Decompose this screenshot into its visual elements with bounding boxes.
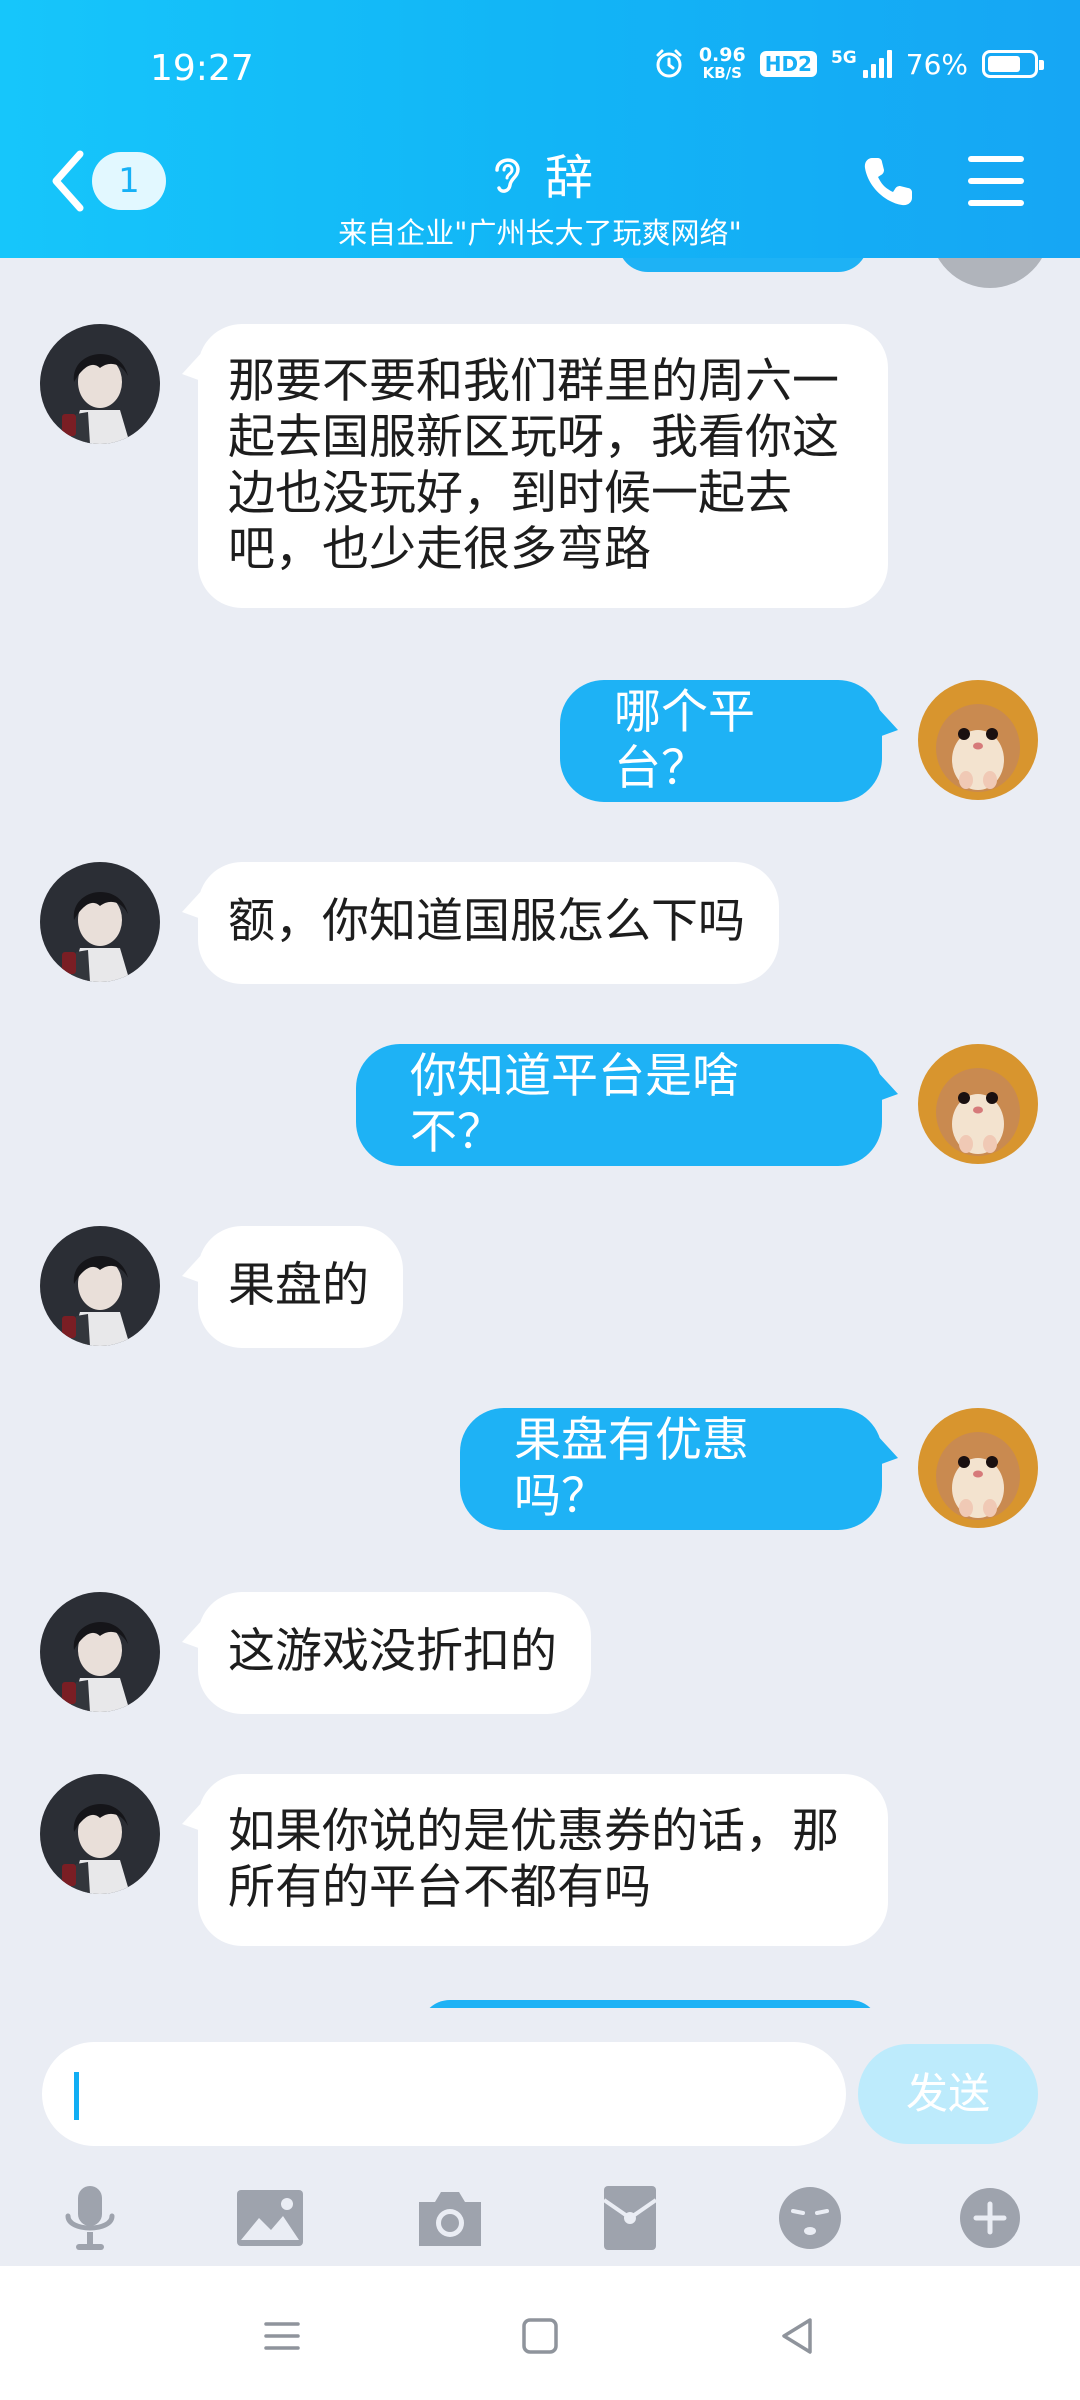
chat-title: 辞 来自企业"广州长大了玩爽网络" — [0, 138, 1080, 252]
chat-header: 19:27 0.96 KB/S HD2 5G 76% 1 辞 来自企业"广州长大… — [0, 0, 1080, 258]
plus-icon[interactable] — [954, 2182, 1026, 2254]
message-text: 额，你知道国服怎么下吗 — [228, 894, 745, 949]
contact-avatar[interactable] — [40, 1226, 160, 1346]
message-text: 这游戏没折扣的 — [228, 1624, 557, 1679]
partial-message-bubble — [420, 2000, 880, 2008]
message-text: 哪个平台？ — [614, 685, 755, 796]
message-bubble-incoming[interactable]: 果盘的 — [198, 1226, 403, 1348]
user-avatar[interactable] — [918, 1044, 1038, 1164]
system-nav-bar — [0, 2266, 1080, 2400]
phone-call-button[interactable] — [858, 152, 918, 212]
message-text: 那要不要和我们群里的周六一起去国服新区玩呀，我看你这边也没玩好，到时候一起去吧，… — [228, 354, 839, 577]
image-icon[interactable] — [234, 2182, 306, 2254]
ear-icon[interactable] — [487, 150, 527, 196]
hd-badge: HD2 — [759, 51, 817, 77]
contact-avatar[interactable] — [40, 862, 160, 982]
alarm-icon — [656, 49, 682, 78]
microphone-icon[interactable] — [54, 2182, 126, 2254]
input-toolbar — [0, 2170, 1080, 2260]
contact-avatar[interactable] — [40, 324, 160, 444]
message-bubble-outgoing[interactable]: 哪个平台？ — [560, 680, 882, 802]
message-bubble-outgoing[interactable]: 你知道平台是啥不？ — [356, 1044, 882, 1166]
message-text: 果盘的 — [228, 1258, 369, 1313]
message-bubble-incoming[interactable]: 如果你说的是优惠券的话，那所有的平台不都有吗 — [198, 1774, 888, 1946]
message-bubble-incoming[interactable]: 那要不要和我们群里的周六一起去国服新区玩呀，我看你这边也没玩好，到时候一起去吧，… — [198, 324, 888, 608]
user-avatar[interactable] — [918, 680, 1038, 800]
contact-avatar[interactable] — [40, 1592, 160, 1712]
partial-message-bubble — [618, 258, 868, 272]
message-input[interactable] — [42, 2042, 846, 2146]
message-text: 你知道平台是啥不？ — [410, 1049, 739, 1160]
status-time: 19:27 — [150, 48, 254, 89]
red-packet-icon[interactable] — [594, 2182, 666, 2254]
message-bubble-incoming[interactable]: 额，你知道国服怎么下吗 — [198, 862, 779, 984]
contact-name: 辞 — [544, 150, 593, 206]
partial-avatar — [930, 258, 1050, 288]
net-speed: 0.96 KB/S — [698, 44, 746, 83]
status-icons: 0.96 KB/S HD2 5G 76% — [653, 44, 1044, 83]
camera-icon[interactable] — [414, 2182, 486, 2254]
menu-icon[interactable] — [252, 2306, 312, 2366]
back-icon[interactable] — [768, 2306, 828, 2366]
network-type: 5G — [830, 48, 857, 68]
text-caret — [74, 2072, 79, 2120]
home-icon[interactable] — [510, 2306, 570, 2366]
message-list[interactable]: 那要不要和我们群里的周六一起去国服新区玩呀，我看你这边也没玩好，到时候一起去吧，… — [0, 258, 1080, 2008]
battery-percent: 76% — [905, 47, 968, 81]
emoji-icon[interactable] — [774, 2182, 846, 2254]
input-area: 发送 — [0, 2010, 1080, 2266]
message-bubble-incoming[interactable]: 这游戏没折扣的 — [198, 1592, 591, 1714]
message-text: 如果你说的是优惠券的话，那所有的平台不都有吗 — [228, 1804, 839, 1915]
signal-icon — [862, 50, 892, 78]
user-avatar[interactable] — [918, 1408, 1038, 1528]
menu-icon[interactable] — [968, 156, 1024, 206]
message-text: 果盘有优惠吗？ — [514, 1413, 749, 1524]
send-button[interactable]: 发送 — [858, 2044, 1038, 2144]
message-bubble-outgoing[interactable]: 果盘有优惠吗？ — [460, 1408, 882, 1530]
contact-subtitle: 来自企业"广州长大了玩爽网络" — [338, 216, 742, 250]
contact-avatar[interactable] — [40, 1774, 160, 1894]
battery-icon — [982, 50, 1044, 78]
